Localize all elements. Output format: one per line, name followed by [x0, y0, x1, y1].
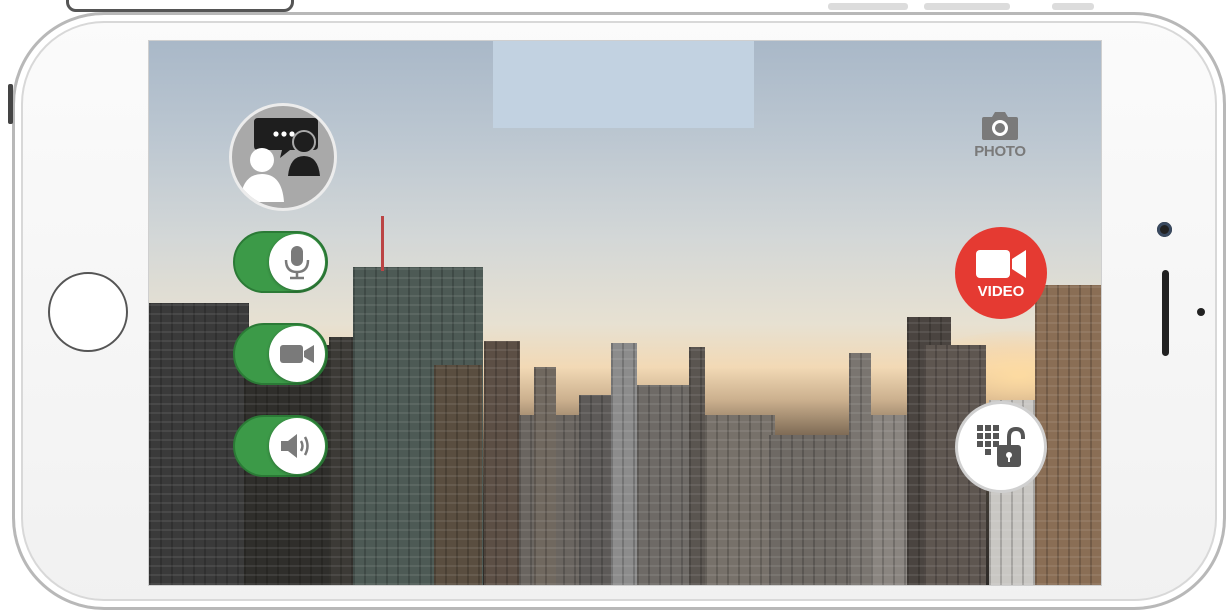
earpiece-speaker [1162, 270, 1169, 356]
top-tab [66, 0, 294, 12]
building [611, 343, 637, 585]
keypad-unlock-icon [977, 425, 1025, 467]
proximity-sensor [1197, 308, 1205, 316]
photo-button[interactable]: PHOTO [965, 109, 1035, 177]
speaker-volume-icon [281, 434, 309, 458]
video-record-button[interactable]: VIDEO [955, 227, 1047, 319]
building [689, 347, 705, 585]
home-button[interactable] [48, 272, 128, 352]
video-camera-icon [280, 345, 314, 363]
camera-icon [982, 112, 1018, 140]
volume-button [828, 3, 908, 10]
microphone-toggle[interactable] [233, 231, 328, 293]
group-chat-button[interactable] [229, 103, 337, 211]
photo-label: PHOTO [974, 143, 1026, 160]
chat-bubble-users-icon [240, 118, 320, 202]
building [484, 341, 520, 585]
building [434, 365, 482, 585]
toggle-knob [269, 418, 325, 474]
building [637, 385, 697, 585]
building [849, 353, 871, 585]
speaker-toggle[interactable] [233, 415, 328, 477]
device-mockup: PHOTO VIDEO [0, 0, 1231, 614]
microphone-icon [284, 246, 310, 280]
info-overlay [493, 41, 754, 128]
power-button [1052, 3, 1094, 10]
video-camera-icon [976, 249, 1026, 278]
building [534, 367, 556, 585]
camera-viewfinder: PHOTO VIDEO [148, 40, 1102, 586]
crane [381, 216, 384, 271]
volume-button [924, 3, 1010, 10]
building [769, 435, 849, 585]
camera-toggle[interactable] [233, 323, 328, 385]
front-camera [1157, 222, 1172, 237]
toggle-knob [269, 326, 325, 382]
video-label: VIDEO [977, 282, 1025, 300]
building [705, 415, 775, 585]
keypad-unlock-button[interactable] [955, 401, 1047, 493]
side-button [8, 84, 13, 124]
toggle-knob [269, 234, 325, 290]
